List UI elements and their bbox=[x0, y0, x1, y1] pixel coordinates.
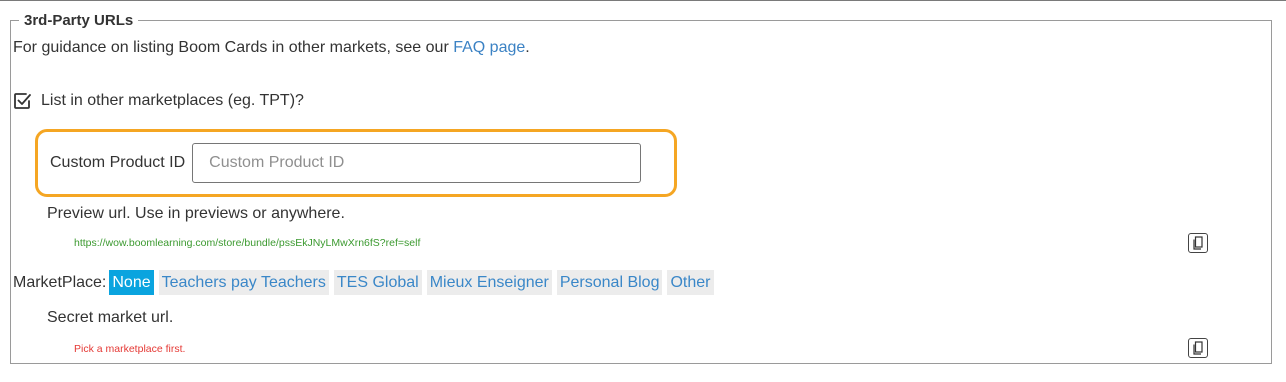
marketplace-option-mieux-enseigner[interactable]: Mieux Enseigner bbox=[426, 270, 552, 295]
custom-product-id-label: Custom Product ID bbox=[50, 154, 186, 171]
marketplace-selector: MarketPlace: None Teachers pay Teachers … bbox=[13, 270, 719, 295]
copy-preview-url-button[interactable] bbox=[1188, 233, 1208, 253]
top-divider bbox=[0, 0, 1286, 1]
marketplace-label: MarketPlace: bbox=[13, 273, 107, 291]
guidance-suffix: . bbox=[525, 39, 530, 56]
guidance-text: For guidance on listing Boom Cards in ot… bbox=[13, 39, 530, 57]
list-in-other-label: List in other marketplaces (eg. TPT)? bbox=[41, 92, 304, 109]
marketplace-option-tes-global[interactable]: TES Global bbox=[333, 270, 422, 295]
section-legend: 3rd-Party URLs bbox=[24, 12, 134, 29]
secret-market-url-label: Secret market url. bbox=[47, 309, 174, 326]
checkbox-checked-icon[interactable] bbox=[13, 92, 31, 110]
marketplace-option-tpt[interactable]: Teachers pay Teachers bbox=[158, 270, 329, 295]
copy-icon bbox=[1193, 341, 1203, 355]
marketplace-option-none[interactable]: None bbox=[109, 270, 154, 295]
list-in-other-checkbox[interactable]: List in other marketplaces (eg. TPT)? bbox=[13, 92, 304, 110]
preview-url-label: Preview url. Use in previews or anywhere… bbox=[47, 205, 345, 222]
copy-icon bbox=[1193, 236, 1203, 250]
preview-url: https://wow.boomlearning.com/store/bundl… bbox=[74, 237, 421, 249]
custom-product-id-input[interactable] bbox=[192, 143, 642, 183]
guidance-prefix: For guidance on listing Boom Cards in ot… bbox=[13, 39, 454, 56]
marketplace-option-personal-blog[interactable]: Personal Blog bbox=[556, 270, 663, 295]
custom-product-id-group: Custom Product ID bbox=[35, 129, 677, 197]
faq-link[interactable]: FAQ page bbox=[453, 39, 525, 56]
marketplace-option-other[interactable]: Other bbox=[667, 270, 714, 295]
copy-secret-url-button[interactable] bbox=[1188, 338, 1208, 358]
secret-url-error: Pick a marketplace first. bbox=[74, 343, 186, 355]
